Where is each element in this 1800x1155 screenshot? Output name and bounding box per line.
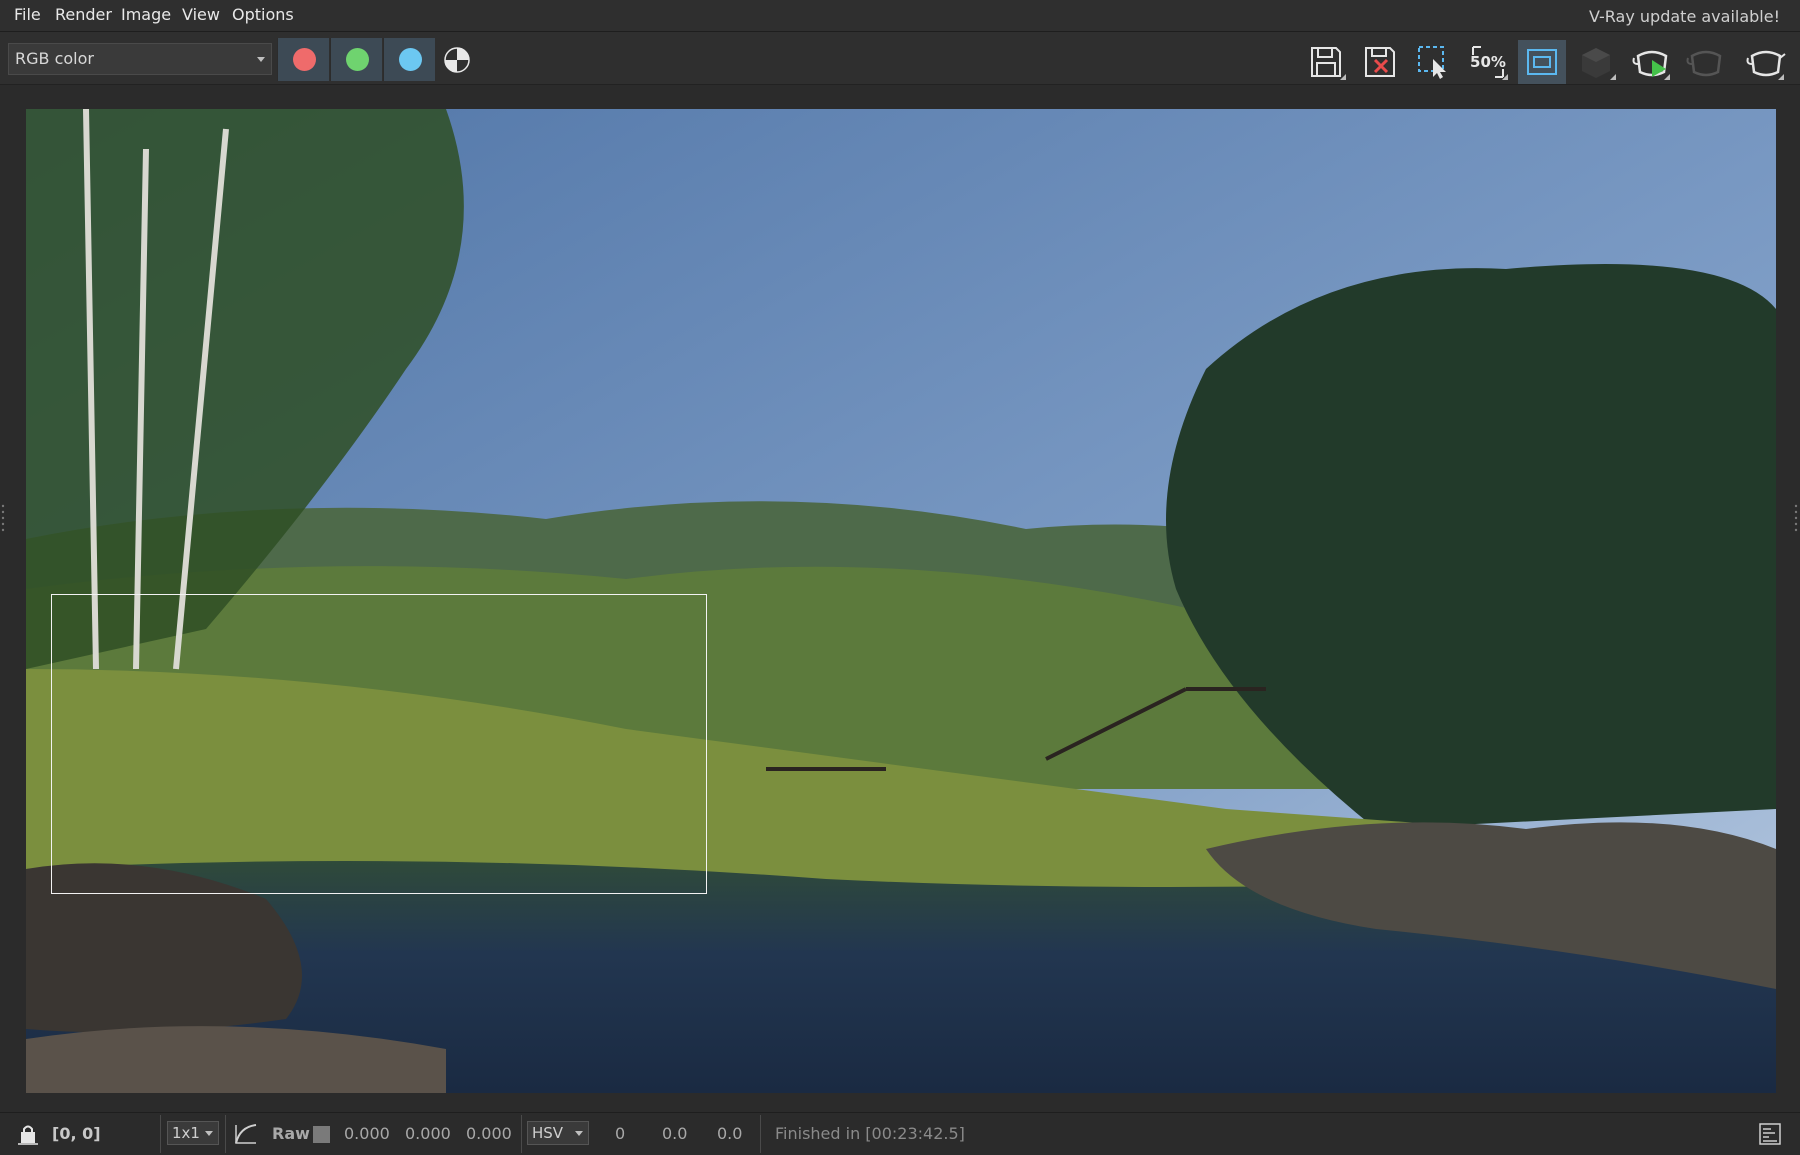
region-render-button[interactable]	[1518, 40, 1566, 84]
color-swatch	[313, 1126, 330, 1143]
dropdown-corner-icon	[1340, 74, 1346, 80]
rgb-value-b: 0.000	[466, 1124, 512, 1143]
render-status-message: Finished in [00:23:42.5]	[775, 1124, 965, 1143]
channel-select-value: RGB color	[15, 49, 94, 68]
rendered-image	[26, 109, 1776, 1093]
render-region-box[interactable]	[51, 594, 707, 894]
region-render-icon	[1527, 49, 1557, 75]
chevron-down-icon	[575, 1131, 583, 1136]
blue-channel-icon	[399, 48, 422, 71]
region-select-button[interactable]	[1410, 40, 1458, 84]
render-disabled-icon	[1686, 50, 1722, 77]
raw-label: Raw	[272, 1124, 310, 1143]
color-mode-value: HSV	[532, 1124, 564, 1142]
menu-file[interactable]: File	[14, 5, 41, 24]
render-interactive-button[interactable]	[1626, 40, 1674, 84]
menu-render[interactable]: Render	[55, 5, 112, 24]
log-panel-icon[interactable]	[1759, 1123, 1781, 1145]
dropdown-corner-icon	[1610, 74, 1616, 80]
dropdown-corner-icon	[1664, 74, 1670, 80]
left-panel-handle[interactable]	[0, 500, 6, 536]
zoom-50-button[interactable]: 50%	[1464, 40, 1512, 84]
clear-image-button[interactable]	[1356, 40, 1404, 84]
alpha-channel-icon	[444, 47, 470, 73]
right-panel-handle[interactable]	[1793, 500, 1799, 536]
zoom-50-icon: 50%	[1470, 46, 1506, 78]
separator	[225, 1115, 226, 1153]
cube-icon	[1582, 48, 1610, 78]
grip-icon	[1, 504, 5, 532]
red-channel-button[interactable]	[277, 38, 329, 81]
lock-icon[interactable]	[16, 1122, 40, 1146]
hsv-value-v: 0.0	[717, 1124, 743, 1143]
rgb-value-r: 0.000	[344, 1124, 390, 1143]
menu-image[interactable]: Image	[121, 5, 171, 24]
render-viewport[interactable]	[0, 85, 1800, 1095]
clear-image-icon	[1365, 47, 1395, 77]
hsv-value-s: 0.0	[662, 1124, 688, 1143]
chevron-down-icon	[257, 57, 265, 62]
update-available-link[interactable]: V-Ray update available!	[1589, 7, 1780, 26]
channel-select[interactable]: RGB color	[8, 43, 272, 75]
dropdown-corner-icon	[1778, 74, 1784, 80]
sample-size-dropdown[interactable]: 1x1	[167, 1121, 219, 1145]
region-select-icon	[1418, 46, 1446, 79]
render-teapot-button[interactable]	[1740, 40, 1788, 84]
hsv-value-h: 0	[615, 1124, 626, 1143]
alpha-channel-button[interactable]	[443, 46, 471, 74]
separator	[160, 1115, 161, 1153]
green-channel-icon	[346, 48, 369, 71]
separator	[521, 1115, 522, 1153]
separator	[760, 1115, 761, 1153]
menu-bar: File Render Image View Options V-Ray upd…	[0, 0, 1800, 32]
menu-view[interactable]: View	[182, 5, 220, 24]
menu-options[interactable]: Options	[232, 5, 294, 24]
grip-icon	[1794, 504, 1798, 532]
rgb-value-g: 0.000	[405, 1124, 451, 1143]
pixel-coords: [0, 0]	[52, 1124, 101, 1143]
status-bar: [0, 0] 1x1 Raw 0.000 0.000 0.000 HSV 0 0…	[0, 1112, 1800, 1155]
render-disabled-button[interactable]	[1680, 40, 1728, 84]
blue-channel-button[interactable]	[383, 38, 435, 81]
dropdown-corner-icon	[1502, 74, 1508, 80]
save-image-icon	[1311, 47, 1341, 77]
cube-button[interactable]	[1572, 40, 1620, 84]
sample-size-value: 1x1	[172, 1124, 200, 1142]
color-mode-dropdown[interactable]: HSV	[527, 1121, 589, 1145]
save-image-button[interactable]	[1302, 40, 1350, 84]
red-channel-icon	[293, 48, 316, 71]
color-curve-icon[interactable]	[234, 1123, 258, 1145]
green-channel-button[interactable]	[330, 38, 382, 81]
chevron-down-icon	[205, 1131, 213, 1136]
svg-text:50%: 50%	[1470, 53, 1506, 71]
toolbar: RGB color 50%	[0, 32, 1800, 85]
